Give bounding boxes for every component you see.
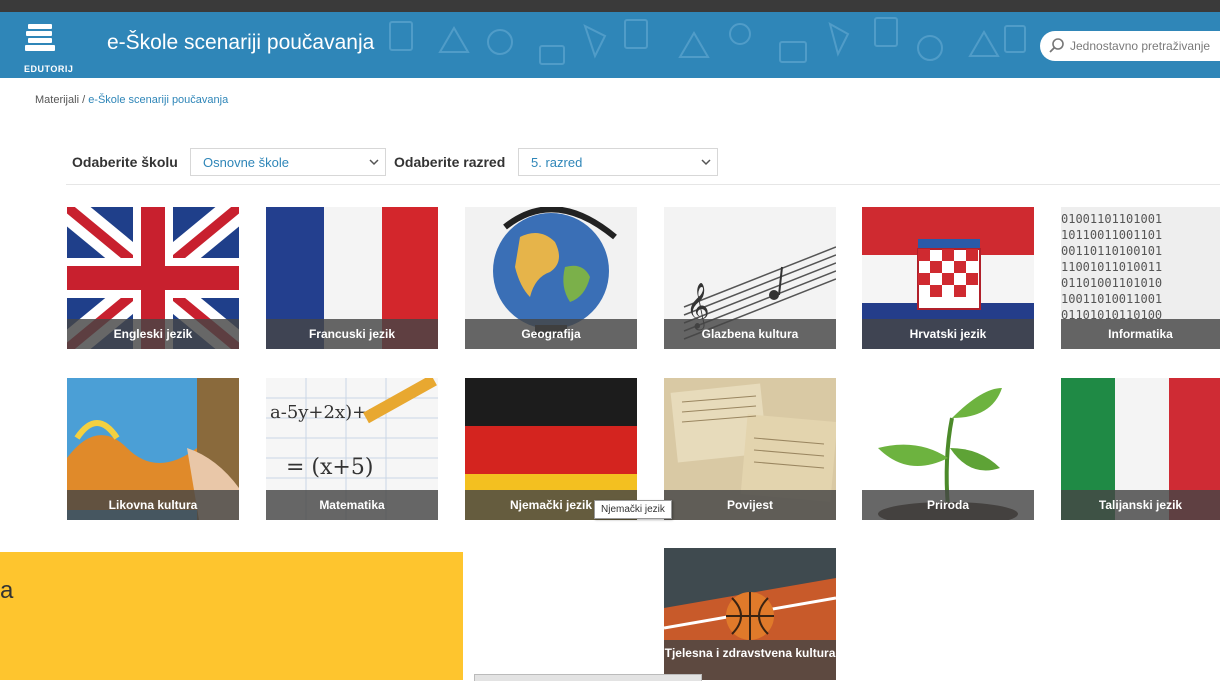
browser-top-strip (0, 0, 1220, 12)
svg-text:01101001101010: 01101001101010 (1061, 276, 1162, 290)
overlay-banner: a (0, 552, 463, 680)
school-select[interactable]: Osnovne škole (190, 148, 386, 176)
breadcrumb-separator: / (79, 94, 89, 106)
subject-label: Povijest (664, 490, 836, 520)
subject-label: Talijanski jezik (1061, 490, 1220, 520)
subject-label: Engleski jezik (67, 319, 239, 349)
chevron-down-icon (701, 159, 711, 166)
header-pattern (389, 17, 1026, 65)
overlay-text: a (0, 577, 14, 604)
edutorij-logo[interactable]: EDUTORIJ (22, 18, 74, 74)
breadcrumb-current[interactable]: e-Škole scenariji poučavanja (88, 94, 228, 106)
subject-tile-njemacki[interactable]: Njemački jezik (465, 378, 637, 520)
grade-select[interactable]: 5. razred (518, 148, 718, 176)
subject-label: Informatika (1061, 319, 1220, 349)
svg-text:11001011010011: 11001011010011 (1061, 260, 1162, 274)
logo-text: EDUTORIJ (24, 64, 74, 74)
site-header: EDUTORIJ e-Škole scenariji poučavanja (0, 12, 1220, 78)
subject-label: Priroda (862, 490, 1034, 520)
subject-tile-hrvatski[interactable]: Hrvatski jezik (862, 207, 1034, 349)
subject-tile-povijest[interactable]: Povijest (664, 378, 836, 520)
subject-tile-engleski[interactable]: Engleski jezik (67, 207, 239, 349)
subject-tile-glazbena[interactable]: 𝄞 Glazbena kultura (664, 207, 836, 349)
search-icon[interactable] (1048, 37, 1066, 55)
subject-tile-talijanski[interactable]: Talijanski jezik (1061, 378, 1220, 520)
svg-text:01001101101001: 01001101101001 (1061, 212, 1162, 226)
chevron-down-icon (369, 159, 379, 166)
subject-tile-informatika[interactable]: 01001101101001 10110011001101 0011011010… (1061, 207, 1220, 349)
school-label: Odaberite školu (72, 154, 178, 170)
subject-label: Geografija (465, 319, 637, 349)
subject-tile-tjelesna[interactable]: Tjelesna i zdravstvena kultura (664, 548, 836, 680)
school-select-value: Osnovne škole (203, 155, 289, 170)
subject-tile-geografija[interactable]: Geografija (465, 207, 637, 349)
subject-label: Matematika (266, 490, 438, 520)
subject-tile-priroda[interactable]: Priroda (862, 378, 1034, 520)
site-title[interactable]: e-Škole scenariji poučavanja (107, 31, 374, 55)
subject-tile-matematika[interactable]: a-5y+2x)+a = (x+5) Matematika (266, 378, 438, 520)
filter-bar: Odaberite školu Osnovne škole Odaberite … (66, 148, 1220, 185)
subject-tile-likovna[interactable]: Likovna kultura (67, 378, 239, 520)
subject-label: Francuski jezik (266, 319, 438, 349)
svg-text:= (x+5): = (x+5) (286, 455, 373, 480)
breadcrumb: Materijali / e-Škole scenariji poučavanj… (35, 94, 228, 106)
tooltip: Njemački jezik (594, 500, 672, 519)
subject-tile-francuski[interactable]: Francuski jezik (266, 207, 438, 349)
breadcrumb-root[interactable]: Materijali (35, 94, 79, 106)
svg-text:00110110100101: 00110110100101 (1061, 244, 1162, 258)
books-icon (25, 24, 55, 51)
svg-text:10011010011001: 10011010011001 (1061, 292, 1162, 306)
search-box (1040, 31, 1220, 61)
grade-select-value: 5. razred (531, 155, 583, 170)
search-input[interactable] (1070, 36, 1220, 56)
subject-label: Hrvatski jezik (862, 319, 1034, 349)
grade-label: Odaberite razred (394, 154, 506, 170)
svg-text:10110011001101: 10110011001101 (1061, 228, 1162, 242)
subject-label: Likovna kultura (67, 490, 239, 520)
svg-text:a-5y+2x)+a: a-5y+2x)+a (270, 402, 378, 423)
subject-label: Glazbena kultura (664, 319, 836, 349)
